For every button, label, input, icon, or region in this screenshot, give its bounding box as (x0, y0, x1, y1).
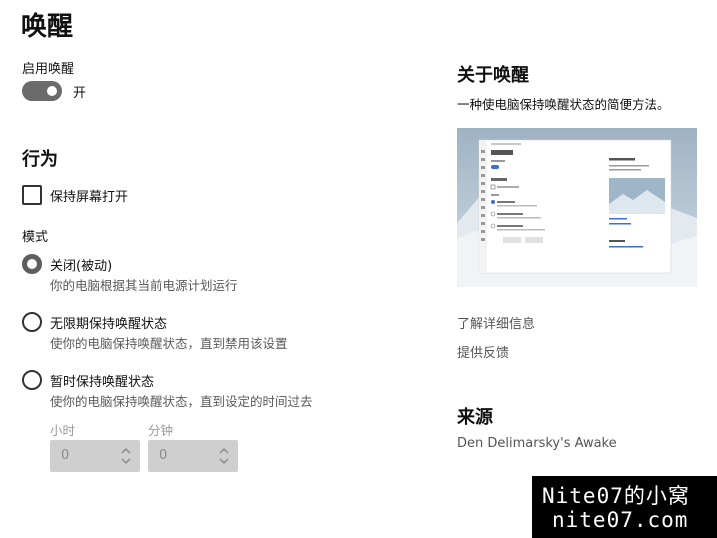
mode-temporary-title[interactable]: 暂时保持唤醒状态 (50, 371, 154, 390)
mode-indefinite-radio[interactable] (22, 312, 42, 332)
mode-label: 模式 (22, 230, 49, 245)
minutes-spinbox[interactable]: 0 (148, 440, 238, 472)
watermark-line2: nite07.com (552, 508, 689, 532)
watermark: Nite07的小窝 nite07.com (532, 476, 717, 538)
toggle-state-label: 开 (73, 86, 87, 101)
mode-indefinite-title[interactable]: 无限期保持唤醒状态 (50, 313, 167, 332)
feedback-link[interactable]: 提供反馈 (457, 342, 509, 361)
mode-temporary-radio[interactable] (22, 370, 42, 390)
about-title: 关于唤醒 (457, 65, 529, 86)
keep-screen-on-checkbox[interactable] (22, 185, 42, 205)
about-description: 一种使电脑保持唤醒状态的简便方法。 (457, 97, 670, 112)
hours-label: 小时 (50, 423, 76, 438)
mode-off-title[interactable]: 关闭(被动) (50, 255, 112, 274)
source-title: 来源 (457, 407, 493, 428)
learn-more-link[interactable]: 了解详细信息 (457, 313, 535, 332)
minutes-label: 分钟 (148, 423, 174, 438)
keep-screen-on-label[interactable]: 保持屏幕打开 (50, 186, 128, 205)
mode-temporary-desc: 使你的电脑保持唤醒状态，直到设定的时间过去 (50, 394, 313, 409)
behavior-section-title: 行为 (22, 149, 58, 170)
page-title: 唤醒 (21, 12, 74, 42)
preview-illustration (457, 139, 697, 287)
hours-value: 0 (61, 448, 70, 463)
watermark-line1: Nite07的小窝 (542, 484, 690, 508)
toggle-knob (47, 86, 57, 96)
enable-awake-toggle[interactable] (22, 81, 62, 101)
awake-preview-image (457, 128, 697, 287)
spin-arrows-icon[interactable] (121, 446, 131, 466)
mode-off-desc: 你的电脑根据其当前电源计划运行 (50, 278, 238, 293)
source-text: Den Delimarsky's Awake (457, 436, 617, 451)
mode-off-radio[interactable] (22, 254, 42, 274)
hours-spinbox[interactable]: 0 (50, 440, 140, 472)
minutes-value: 0 (159, 448, 168, 463)
enable-awake-label: 启用唤醒 (22, 62, 75, 77)
spin-arrows-icon[interactable] (219, 446, 229, 466)
mode-indefinite-desc: 使你的电脑保持唤醒状态，直到禁用该设置 (50, 336, 288, 351)
